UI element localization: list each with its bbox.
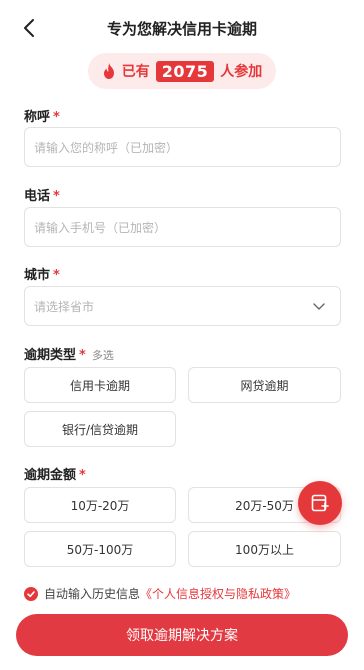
agreement-row: 自动输入历史信息 《个人信息授权与隐私政策》 (24, 585, 296, 602)
agreement-text: 自动输入历史信息 (44, 587, 141, 601)
overdue-type-label: 逾期类型 * 多选 (24, 348, 114, 363)
city-placeholder: 请选择省市 (34, 299, 95, 314)
option-credit-card-overdue[interactable]: 信用卡逾期 (24, 367, 176, 403)
banner-suffix: 人参加 (220, 64, 263, 80)
phone-input[interactable]: 请输入手机号（已加密） (24, 207, 341, 247)
edit-form-icon (311, 494, 329, 512)
agreement-checkbox[interactable] (24, 586, 38, 601)
city-label: 城市 * (24, 268, 60, 283)
header: 专为您解决信用卡逾期 (0, 0, 364, 56)
banner-prefix: 已有 (121, 64, 150, 80)
phone-placeholder: 请输入手机号（已加密） (34, 220, 167, 235)
option-amount-10-20[interactable]: 10万-20万 (24, 487, 176, 523)
name-label: 称呼 * (24, 110, 60, 125)
option-bank-loan-overdue[interactable]: 银行/信贷逾期 (24, 411, 176, 447)
option-amount-100-plus[interactable]: 100万以上 (188, 531, 341, 567)
participant-count: 2075 (155, 60, 215, 82)
chevron-down-icon (313, 303, 325, 310)
city-select[interactable]: 请选择省市 (24, 286, 341, 326)
check-icon (27, 590, 35, 597)
multi-select-hint: 多选 (91, 349, 114, 362)
flame-icon (103, 63, 114, 79)
floating-form-button[interactable] (298, 481, 342, 525)
participants-banner: 已有 2075 人参加 (88, 53, 276, 89)
privacy-policy-link[interactable]: 《个人信息授权与隐私政策》 (140, 585, 296, 602)
page-title: 专为您解决信用卡逾期 (106, 20, 257, 38)
submit-button[interactable]: 领取逾期解决方案 (16, 614, 348, 656)
phone-label: 电话 * (24, 189, 60, 204)
option-amount-50-100[interactable]: 50万-100万 (24, 531, 176, 567)
name-input[interactable]: 请输入您的称呼（已加密） (24, 127, 341, 167)
option-online-loan-overdue[interactable]: 网贷逾期 (188, 367, 341, 403)
name-placeholder: 请输入您的称呼（已加密） (34, 140, 179, 155)
overdue-amount-label: 逾期金额 * (24, 468, 86, 483)
